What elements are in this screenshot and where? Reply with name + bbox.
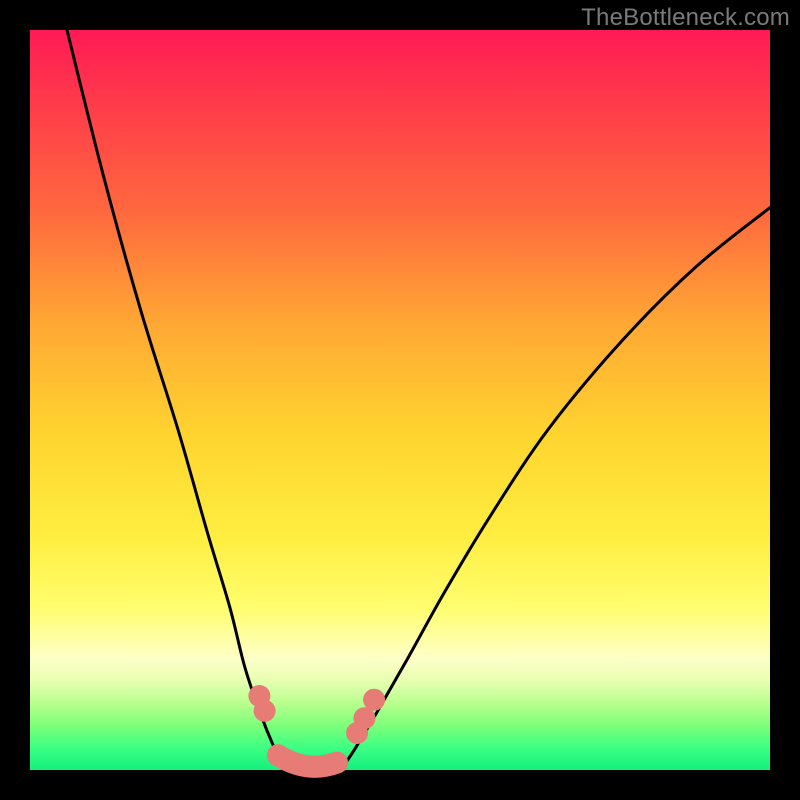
marker-dot [254,700,276,722]
gradient-plot-area [30,30,770,770]
marker-pill [278,755,337,767]
bottleneck-curve [30,30,770,770]
watermark-text: TheBottleneck.com [581,4,790,32]
marker-dot [363,689,385,711]
curve-right-branch [341,208,770,770]
chart-frame: TheBottleneck.com [0,0,800,800]
curve-left-branch [67,30,285,770]
